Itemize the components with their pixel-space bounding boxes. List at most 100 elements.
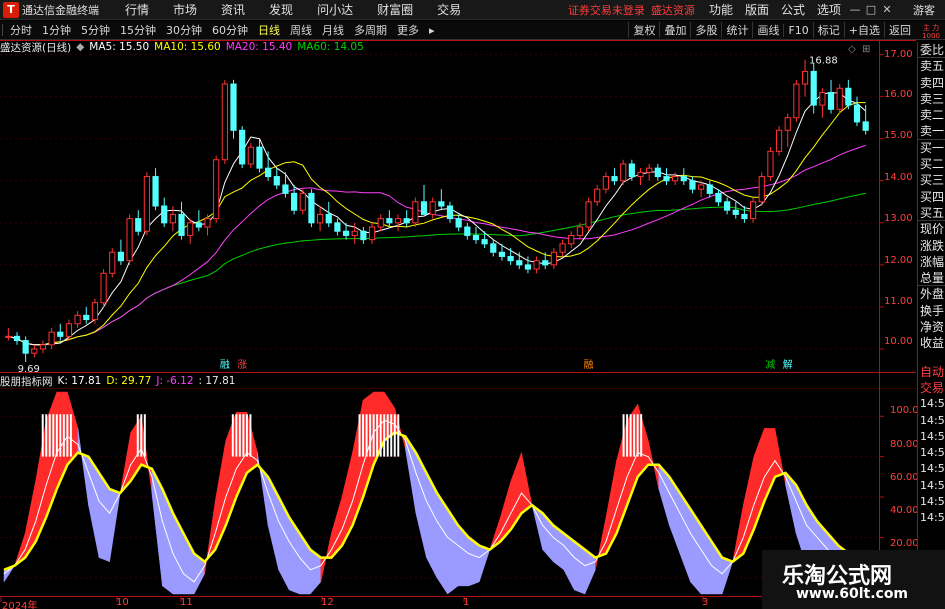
side-field-label[interactable]: 卖五 (918, 58, 945, 74)
side-field-label[interactable]: 涨幅 (918, 254, 945, 270)
kline-chart[interactable]: 16.889.69 融涨融减解 ◇ ⊞ (0, 0, 945, 609)
candle-body (498, 251, 506, 257)
candle-body (793, 83, 800, 119)
candle-body (542, 260, 549, 266)
d-value-label: D: 29.77 (106, 375, 152, 387)
x-axis-label: 2024年 (2, 601, 38, 609)
indicator-fill-segment (341, 452, 353, 546)
candle-body (135, 218, 142, 232)
side-field-label[interactable]: 卖二 (918, 107, 945, 123)
indicator-fill-segment (77, 428, 89, 506)
side-field-label[interactable]: 买三 (918, 172, 945, 188)
candle-body (351, 230, 358, 236)
candle-body (801, 70, 809, 85)
side-field-label[interactable]: 买五 (918, 205, 945, 222)
candle-body (74, 314, 81, 325)
side-field-label[interactable]: 买二 (918, 156, 945, 172)
candle-body (594, 188, 601, 203)
indicator-fill-segment (521, 452, 533, 514)
side-field-label[interactable]: 买四 (918, 189, 945, 205)
candle-body (308, 192, 315, 224)
side-field-label[interactable]: 总量 (918, 270, 945, 287)
y-tick-label: 14.00 (884, 172, 913, 183)
candle-body (646, 167, 653, 173)
candle-body (775, 129, 783, 152)
x-axis-label: 1 (463, 597, 470, 608)
y-tick-label: 11.00 (884, 296, 913, 307)
candle-body (680, 176, 687, 182)
header-chevron-icon[interactable]: ◆ (76, 41, 84, 53)
indicator-fill-segment (45, 391, 58, 518)
candle-body (126, 218, 133, 262)
split-icon[interactable]: ⊞ (862, 44, 870, 55)
diamond-icon[interactable]: ◇ (848, 44, 856, 55)
side-field-label[interactable]: 收益 (918, 335, 945, 351)
candle-body (576, 226, 583, 236)
candle-body (438, 201, 445, 207)
side-trade-label[interactable]: 交易 (918, 380, 945, 396)
candle-body (819, 91, 826, 106)
y-tick-label: 17.00 (884, 49, 913, 60)
candle-body (161, 205, 168, 224)
side-field-label[interactable]: 卖一 (918, 123, 945, 140)
candle-body (213, 159, 220, 220)
candle-body (152, 176, 159, 207)
candle-body (481, 239, 488, 245)
event-marker-label: 涨 (237, 359, 247, 371)
j-value-label: J: -6.12 (156, 375, 194, 387)
candle-body (672, 176, 679, 182)
candle-body (637, 171, 644, 178)
sub-y-tick-label: 100.0 (890, 405, 919, 416)
stock-name-label: 盛达资源(日线) (0, 41, 72, 54)
indicator-fill-segment (278, 496, 290, 591)
candle-body (706, 184, 713, 194)
candle-body (663, 176, 670, 182)
candle-body (403, 218, 410, 224)
side-time-label: 14:56 (920, 397, 945, 411)
indicator-fill-segment (141, 416, 153, 494)
side-field-label[interactable]: 净资 (918, 319, 945, 335)
candle-body (715, 192, 722, 203)
candle-body (429, 201, 436, 215)
indicator-fill-segment (605, 460, 617, 554)
candle-body (13, 335, 21, 342)
y-tick-label: 13.00 (884, 213, 913, 224)
side-field-label[interactable]: 委比 (918, 42, 945, 59)
side-time-label: 14:56 (920, 429, 945, 443)
candle-body (5, 335, 12, 338)
x-axis-label: 3 (702, 597, 709, 608)
side-field-label[interactable]: 买一 (918, 140, 945, 156)
quote-side-panel: 委比 卖五 卖四 卖三 卖二 卖一 买一 买二 买三 买四 买五 现价 涨跌 涨幅 总量 外盘 换手 净资 收益 自… (917, 42, 945, 609)
watermark-url: www.60lt.com (796, 586, 909, 602)
indicator-fill-segment (162, 488, 174, 595)
k-value-label: K: 17.81 (57, 375, 102, 387)
side-field-label[interactable]: 现价 (918, 221, 945, 237)
candle-body (602, 176, 609, 190)
candle-body (239, 129, 246, 165)
candle-body (767, 150, 774, 178)
ma10-label: MA10: 15.60 (154, 41, 221, 53)
candle-body (31, 348, 38, 354)
event-marker-label: 减 (765, 359, 775, 371)
candle-body (853, 104, 861, 123)
sub-y-tick-label: 20.00 (890, 538, 919, 549)
side-trade-label[interactable]: 自动 (918, 364, 945, 380)
corner-icons: ◇ ⊞ (848, 44, 870, 55)
side-field-label[interactable]: 换手 (918, 303, 945, 319)
candle-body (490, 243, 497, 253)
side-field-label[interactable]: 涨跌 (918, 238, 945, 254)
candle-body (83, 314, 90, 321)
side-field-label[interactable]: 卖四 (918, 75, 945, 91)
candle-body (22, 340, 29, 354)
side-field-label[interactable]: 卖三 (918, 91, 945, 107)
candle-body (654, 167, 661, 178)
candle-body (299, 192, 306, 211)
side-field-label[interactable]: 外盘 (918, 286, 945, 302)
candle-body (204, 218, 211, 228)
indicator-fill-segment (352, 400, 364, 526)
candle-body (559, 243, 566, 253)
candle-body (57, 331, 64, 337)
candle-body (724, 201, 731, 211)
event-marker-label: 解 (783, 358, 793, 371)
candle-body (689, 180, 696, 190)
